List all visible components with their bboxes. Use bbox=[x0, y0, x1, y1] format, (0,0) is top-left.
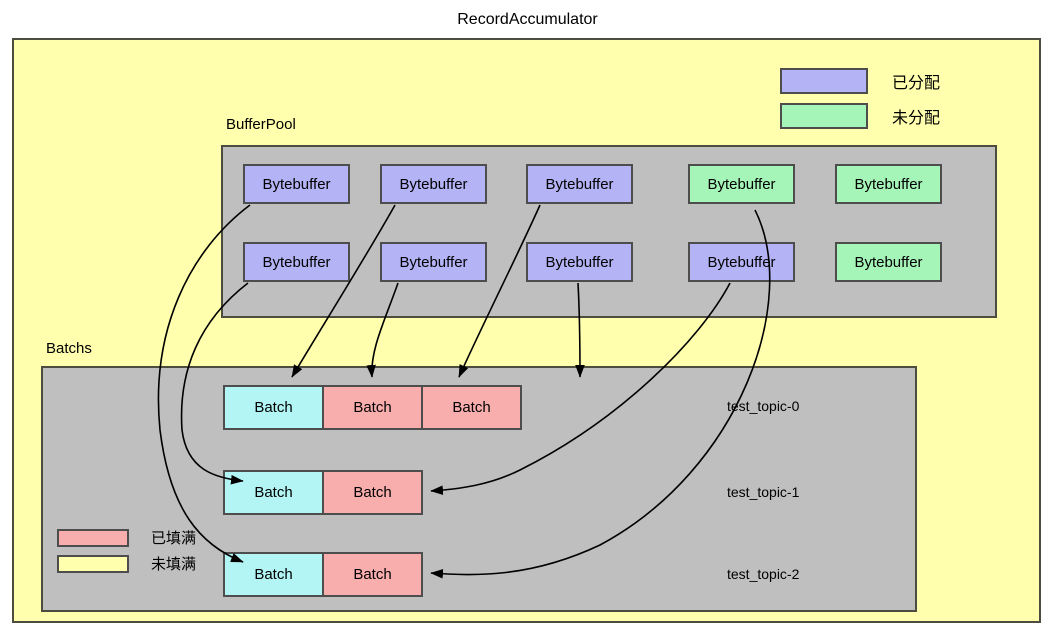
bytebuffer-label: Bytebuffer bbox=[545, 253, 614, 271]
bytebuffer-label: Bytebuffer bbox=[854, 175, 923, 193]
bytebuffer-1-3[interactable]: Bytebuffer bbox=[688, 242, 795, 282]
bytebuffer-0-0[interactable]: Bytebuffer bbox=[243, 164, 350, 204]
bytebuffer-1-4[interactable]: Bytebuffer bbox=[835, 242, 942, 282]
legend-item-not-full: 未填满 bbox=[57, 553, 196, 574]
legend-item-full: 已填满 bbox=[57, 527, 196, 548]
legend-label-not-full: 未填满 bbox=[151, 556, 197, 573]
batchs-label: Batchs bbox=[46, 340, 92, 357]
batch-1-0[interactable]: Batch bbox=[223, 470, 324, 515]
legend-swatch-full bbox=[57, 528, 129, 547]
legend-label-free: 未分配 bbox=[892, 110, 941, 127]
bytebuffer-label: Bytebuffer bbox=[262, 175, 331, 193]
topic-label-2: test_topic-2 bbox=[727, 566, 800, 582]
batch-2-0[interactable]: Batch bbox=[223, 552, 324, 597]
bytebuffer-label: Bytebuffer bbox=[854, 253, 923, 271]
batch-label: Batch bbox=[254, 566, 293, 583]
bytebuffer-label: Bytebuffer bbox=[399, 253, 468, 271]
legend-allocation: 已分配 未分配 bbox=[780, 68, 940, 129]
batch-row-2: Batch Batch bbox=[223, 552, 423, 597]
bytebuffer-label: Bytebuffer bbox=[707, 253, 776, 271]
legend-swatch-free bbox=[780, 103, 868, 129]
batch-label: Batch bbox=[254, 484, 293, 501]
bytebuffer-1-2[interactable]: Bytebuffer bbox=[526, 242, 633, 282]
bytebuffer-0-3[interactable]: Bytebuffer bbox=[688, 164, 795, 204]
legend-label-full: 已填满 bbox=[151, 530, 197, 547]
batch-0-1[interactable]: Batch bbox=[322, 385, 423, 430]
legend-item-free: 未分配 bbox=[780, 103, 940, 129]
legend-fill-state: 已填满 未填满 bbox=[57, 527, 196, 579]
batch-1-1[interactable]: Batch bbox=[322, 470, 423, 515]
bytebuffer-1-1[interactable]: Bytebuffer bbox=[380, 242, 487, 282]
batch-label: Batch bbox=[353, 399, 392, 416]
batch-row-0: Batch Batch Batch bbox=[223, 385, 522, 430]
legend-swatch-allocated bbox=[780, 68, 868, 94]
bytebuffer-label: Bytebuffer bbox=[545, 175, 614, 193]
bytebuffer-label: Bytebuffer bbox=[399, 175, 468, 193]
batch-row-1: Batch Batch bbox=[223, 470, 423, 515]
bytebuffer-0-2[interactable]: Bytebuffer bbox=[526, 164, 633, 204]
batch-label: Batch bbox=[254, 399, 293, 416]
bytebuffer-label: Bytebuffer bbox=[262, 253, 331, 271]
topic-label-0: test_topic-0 bbox=[727, 398, 800, 414]
bytebuffer-label: Bytebuffer bbox=[707, 175, 776, 193]
legend-swatch-not-full bbox=[57, 554, 129, 573]
bytebuffer-0-1[interactable]: Bytebuffer bbox=[380, 164, 487, 204]
topic-label-1: test_topic-1 bbox=[727, 484, 800, 500]
batch-label: Batch bbox=[452, 399, 491, 416]
batch-0-2[interactable]: Batch bbox=[421, 385, 522, 430]
bytebuffer-0-4[interactable]: Bytebuffer bbox=[835, 164, 942, 204]
bufferpool-label: BufferPool bbox=[226, 116, 296, 133]
batch-2-1[interactable]: Batch bbox=[322, 552, 423, 597]
batch-label: Batch bbox=[353, 566, 392, 583]
page-title: RecordAccumulator bbox=[457, 11, 598, 28]
legend-item-allocated: 已分配 bbox=[780, 68, 940, 94]
legend-label-allocated: 已分配 bbox=[892, 75, 941, 92]
batch-0-0[interactable]: Batch bbox=[223, 385, 324, 430]
batch-label: Batch bbox=[353, 484, 392, 501]
bytebuffer-1-0[interactable]: Bytebuffer bbox=[243, 242, 350, 282]
